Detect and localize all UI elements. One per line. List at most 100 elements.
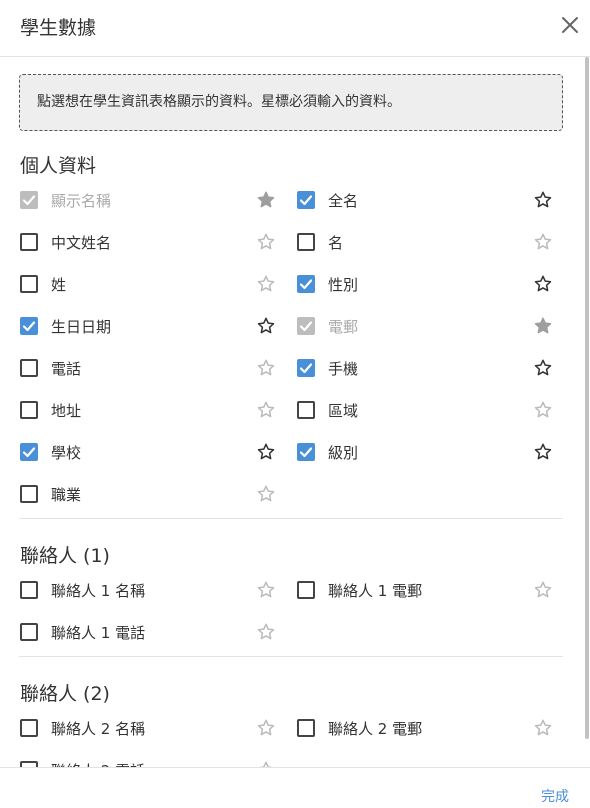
- field-option: 地址: [20, 399, 290, 421]
- field-checkbox[interactable]: [20, 359, 38, 377]
- field-label: 聯絡人 1 名稱: [51, 582, 146, 600]
- field-label: 電郵: [328, 318, 359, 336]
- field-checkbox[interactable]: [20, 623, 38, 641]
- field-option: 姓: [20, 273, 290, 295]
- field-option: 聯絡人 1 電郵: [297, 579, 567, 601]
- star-icon[interactable]: [533, 190, 553, 210]
- field-checkbox[interactable]: [20, 485, 38, 503]
- field-label: 性別: [328, 276, 359, 294]
- star-icon[interactable]: [533, 442, 553, 462]
- section-title: 聯絡人 (2): [20, 683, 110, 705]
- field-checkbox[interactable]: [20, 317, 38, 335]
- field-checkbox[interactable]: [297, 581, 315, 599]
- section-divider: [19, 518, 563, 519]
- star-icon[interactable]: [256, 622, 276, 642]
- check-icon: [299, 363, 313, 374]
- field-option: 電話: [20, 357, 290, 379]
- field-label: 中文姓名: [51, 234, 112, 252]
- check-icon: [299, 279, 313, 290]
- field-option: 顯示名稱: [20, 189, 290, 211]
- field-option: 聯絡人 2 電話: [20, 759, 290, 767]
- field-label: 學校: [51, 444, 82, 462]
- field-label: 聯絡人 2 電話: [51, 760, 145, 767]
- field-option: 職業: [20, 483, 290, 505]
- star-icon[interactable]: [256, 580, 276, 600]
- field-checkbox[interactable]: [297, 233, 315, 251]
- check-icon: [299, 447, 313, 458]
- field-option: 中文姓名: [20, 231, 290, 253]
- star-icon[interactable]: [256, 358, 276, 378]
- field-checkbox[interactable]: [297, 275, 315, 293]
- field-label: 生日日期: [51, 318, 112, 336]
- field-label: 姓: [51, 276, 67, 294]
- field-option: 生日日期: [20, 315, 290, 337]
- field-option: 全名: [297, 189, 567, 211]
- star-icon[interactable]: [533, 718, 553, 738]
- star-icon[interactable]: [533, 400, 553, 420]
- field-option: 名: [297, 231, 567, 253]
- field-checkbox[interactable]: [20, 401, 38, 419]
- star-icon[interactable]: [533, 580, 553, 600]
- info-box: 點選想在學生資訊表格顯示的資料。星標必須輸入的資料。: [19, 74, 563, 131]
- field-checkbox[interactable]: [20, 275, 38, 293]
- field-option: 級別: [297, 441, 567, 463]
- field-label: 聯絡人 2 名稱: [51, 720, 146, 738]
- star-icon[interactable]: [256, 442, 276, 462]
- field-option: 手機: [297, 357, 567, 379]
- field-checkbox[interactable]: [20, 581, 38, 599]
- star-icon[interactable]: [256, 484, 276, 504]
- field-label: 顯示名稱: [51, 192, 112, 210]
- star-icon: [257, 191, 275, 208]
- field-label: 聯絡人 1 電話: [51, 624, 146, 642]
- field-checkbox[interactable]: [297, 191, 315, 209]
- field-option: 聯絡人 2 電郵: [297, 717, 567, 739]
- star-icon[interactable]: [256, 760, 276, 767]
- field-checkbox[interactable]: [297, 359, 315, 377]
- star-icon[interactable]: [256, 718, 276, 738]
- star-icon[interactable]: [256, 274, 276, 294]
- field-label: 地址: [51, 402, 82, 420]
- field-option: 聯絡人 1 電話: [20, 621, 290, 643]
- check-icon: [299, 321, 313, 332]
- field-option: 聯絡人 1 名稱: [20, 579, 290, 601]
- check-icon: [22, 321, 36, 332]
- done-button[interactable]: 完成: [541, 786, 569, 806]
- field-checkbox[interactable]: [20, 233, 38, 251]
- dialog-title: 學生數據: [20, 17, 97, 39]
- field-checkbox[interactable]: [297, 401, 315, 419]
- field-checkbox: [20, 191, 38, 209]
- dialog-header: 學生數據: [0, 0, 590, 57]
- star-icon[interactable]: [533, 358, 553, 378]
- field-label: 區域: [328, 402, 359, 420]
- field-checkbox[interactable]: [297, 443, 315, 461]
- section-title: 聯絡人 (1): [20, 545, 110, 567]
- field-option: 區域: [297, 399, 567, 421]
- field-label: 名: [328, 234, 344, 252]
- star-icon[interactable]: [256, 316, 276, 336]
- field-label: 全名: [328, 192, 359, 210]
- field-option: 學校: [20, 441, 290, 463]
- close-icon[interactable]: [558, 13, 582, 37]
- field-option: 聯絡人 2 名稱: [20, 717, 290, 739]
- section-divider: [19, 656, 563, 657]
- field-checkbox: [297, 317, 315, 335]
- field-label: 手機: [328, 360, 359, 378]
- field-label: 聯絡人 1 電郵: [328, 582, 423, 600]
- check-icon: [299, 195, 313, 206]
- field-label: 職業: [51, 486, 82, 504]
- star-icon[interactable]: [533, 232, 553, 252]
- field-checkbox[interactable]: [20, 443, 38, 461]
- field-label: 級別: [328, 444, 359, 462]
- field-checkbox[interactable]: [20, 719, 38, 737]
- star-icon[interactable]: [256, 232, 276, 252]
- star-icon[interactable]: [533, 274, 553, 294]
- star-icon[interactable]: [256, 400, 276, 420]
- scrollbar[interactable]: [585, 57, 589, 739]
- star-icon: [534, 317, 552, 334]
- field-checkbox[interactable]: [297, 719, 315, 737]
- field-label: 電話: [51, 360, 82, 378]
- section-title: 個人資料: [20, 155, 97, 177]
- check-icon: [22, 447, 36, 458]
- student-data-dialog: 學生數據 點選想在學生資訊表格顯示的資料。星標必須輸入的資料。 個人資料顯示名稱…: [0, 0, 590, 808]
- field-option: 性別: [297, 273, 567, 295]
